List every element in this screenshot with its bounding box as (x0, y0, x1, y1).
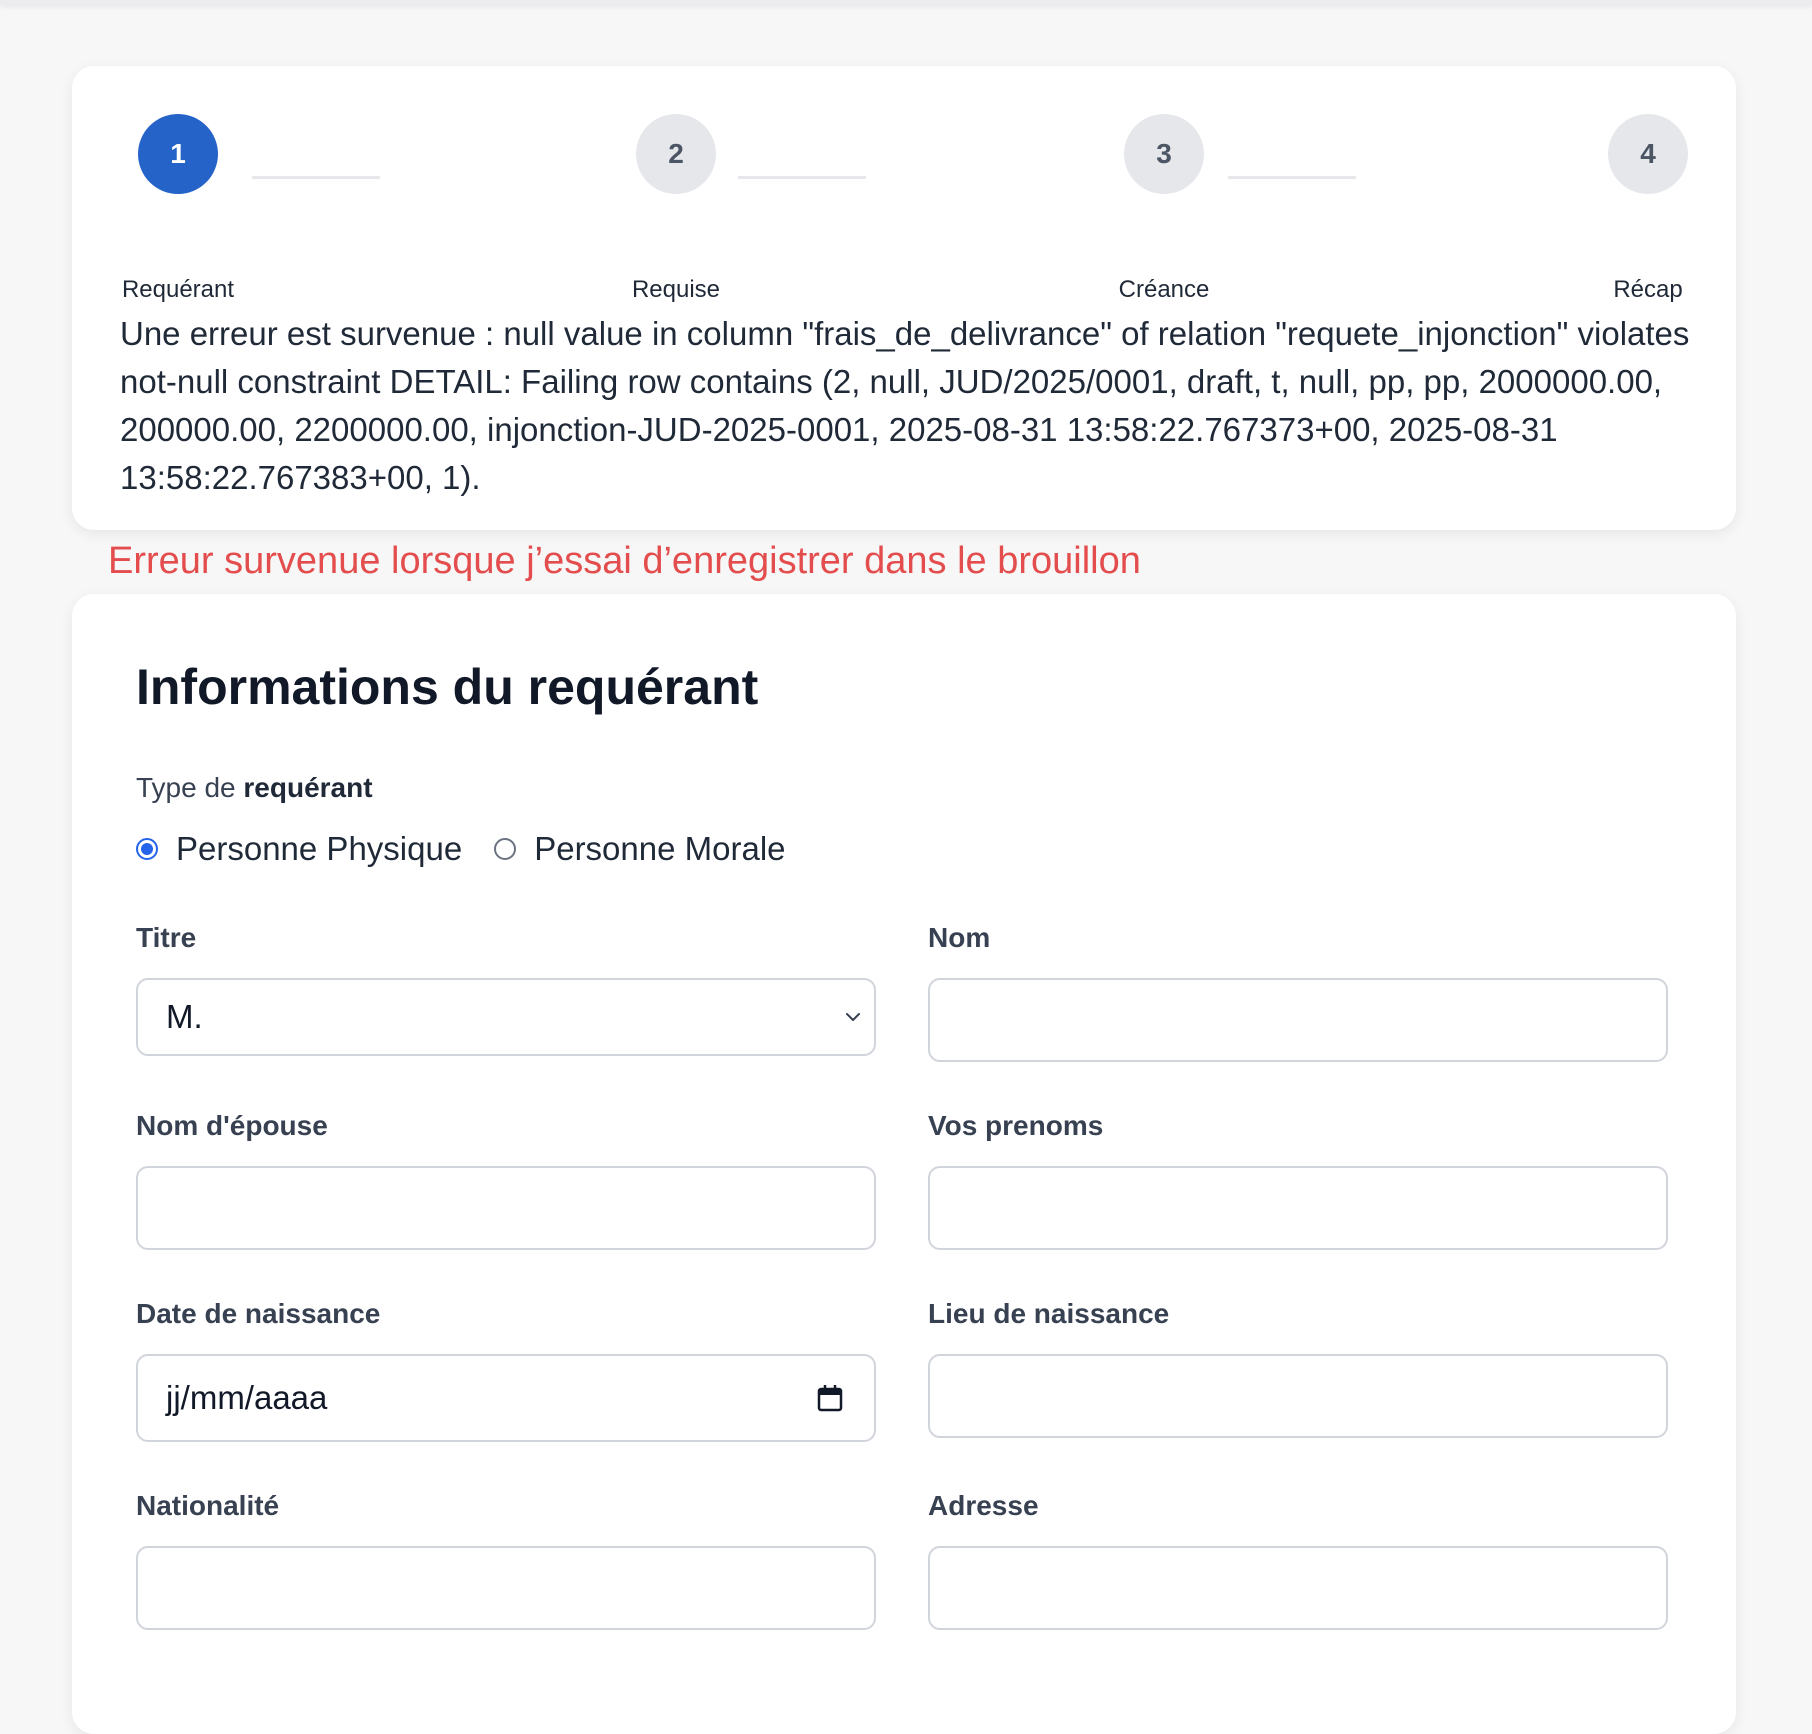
type-requerant-radio-group: Personne Physique Personne Morale (136, 830, 818, 868)
requerant-form-card: Informations du requérant Type de requér… (72, 594, 1736, 1734)
form-title: Informations du requérant (136, 659, 759, 715)
titre-selected-value: M. (166, 998, 203, 1035)
step-2-label: Requise (631, 276, 721, 303)
chevron-down-icon (846, 1013, 860, 1021)
step-connector-2 (738, 176, 866, 179)
step-2-circle[interactable]: 2 (636, 114, 716, 194)
calendar-icon[interactable] (816, 1383, 844, 1413)
type-label-bold: requérant (243, 772, 373, 803)
annotation-note: Erreur survenue lorsque j’essai d’enregi… (108, 540, 1141, 582)
nom-label: Nom (928, 922, 991, 953)
step-4-circle[interactable]: 4 (1608, 114, 1688, 194)
radio-checked-icon[interactable] (136, 838, 158, 860)
radio-label-physique[interactable]: Personne Physique (176, 830, 462, 868)
titre-label: Titre (136, 922, 197, 953)
radio-personne-physique[interactable]: Personne Physique (136, 830, 462, 868)
titre-select[interactable]: M. (136, 978, 876, 1056)
step-1-circle[interactable]: 1 (138, 114, 218, 194)
lieu-naissance-label: Lieu de naissance (928, 1298, 1170, 1329)
step-3-label: Créance (1118, 276, 1210, 303)
adresse-label: Adresse (928, 1490, 1039, 1521)
date-naissance-input[interactable]: jj/mm/aaaa (136, 1354, 876, 1442)
prenoms-label: Vos prenoms (928, 1110, 1104, 1141)
step-connector-1 (252, 176, 380, 179)
top-bar-shadow (0, 0, 1812, 4)
stepper-card: 1 Requérant 2 Requise 3 Créance 4 Récap … (72, 66, 1736, 582)
step-3-circle[interactable]: 3 (1124, 114, 1204, 194)
nom-epouse-input[interactable] (136, 1166, 876, 1250)
type-requerant-label: Type de requérant (136, 772, 373, 804)
radio-unchecked-icon[interactable] (494, 838, 517, 860)
type-label-prefix: Type de (136, 772, 244, 803)
lieu-naissance-input[interactable] (928, 1354, 1668, 1438)
adresse-input[interactable] (928, 1546, 1668, 1630)
prenoms-input[interactable] (928, 1166, 1668, 1250)
radio-personne-morale[interactable]: Personne Morale (494, 830, 786, 868)
step-connector-3 (1228, 176, 1356, 179)
nationalite-input[interactable] (136, 1546, 876, 1630)
error-message: Une erreur est survenue : null value in … (120, 315, 1690, 496)
nom-input[interactable] (928, 978, 1668, 1062)
step-1-label: Requérant (121, 276, 235, 303)
date-naissance-placeholder: jj/mm/aaaa (166, 1379, 328, 1416)
date-naissance-label: Date de naissance (136, 1298, 381, 1329)
step-4-label: Récap (1613, 276, 1683, 303)
radio-label-morale[interactable]: Personne Morale (534, 830, 785, 868)
nationalite-label: Nationalité (136, 1490, 280, 1521)
nom-epouse-label: Nom d'épouse (136, 1110, 328, 1141)
